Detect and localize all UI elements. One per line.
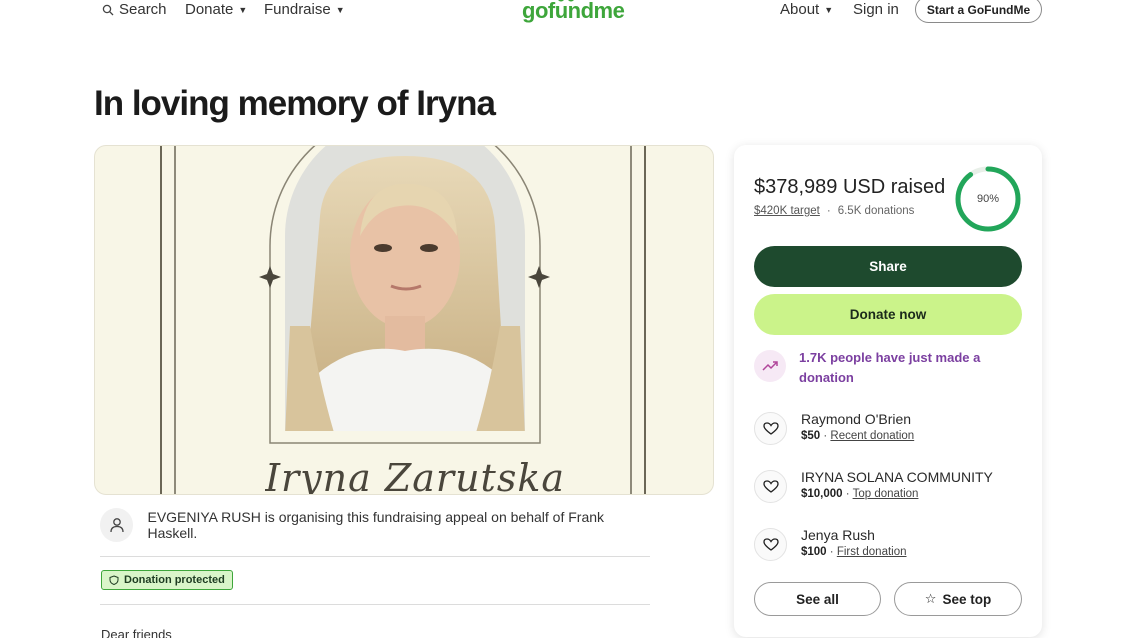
search-link[interactable]: Search xyxy=(102,1,167,18)
sign-in-link[interactable]: Sign in xyxy=(853,1,899,18)
shield-icon xyxy=(109,575,119,585)
amount-raised: $378,989 USD raised xyxy=(754,176,946,198)
donate-menu-label: Donate xyxy=(185,1,234,18)
campaign-stats: $420K target · 6.5K donations xyxy=(754,205,914,217)
donor-tag-link[interactable]: Recent donation xyxy=(830,430,914,442)
donate-now-button[interactable]: Donate now xyxy=(754,294,1022,335)
start-gofundme-button[interactable]: Start a GoFundMe xyxy=(915,0,1042,23)
search-icon xyxy=(102,4,114,15)
donor-amount: $100 xyxy=(801,546,827,558)
donor-item: Jenya Rush $100 · First donation xyxy=(754,526,1024,561)
organiser-row: EVGENIYA RUSH is organising this fundrai… xyxy=(100,508,650,542)
share-button[interactable]: Share xyxy=(754,246,1022,287)
caret-down-icon: ▼ xyxy=(335,5,345,15)
donor-item: Raymond O'Brien $50 · Recent donation xyxy=(754,410,1024,445)
logo-flower-icon xyxy=(558,0,574,2)
page-title: In loving memory of Iryna xyxy=(94,84,496,123)
sign-in-label: Sign in xyxy=(853,1,899,18)
progress-percent: 90% xyxy=(976,193,1000,205)
donor-meta-separator: · xyxy=(826,546,837,558)
donor-meta-separator: · xyxy=(820,430,831,442)
heart-hand-icon xyxy=(754,412,787,445)
heart-hand-icon xyxy=(754,470,787,503)
see-top-button[interactable]: ☆ See top xyxy=(894,582,1022,616)
user-icon xyxy=(100,508,134,542)
donation-trend: 1.7K people have just made a donation xyxy=(754,350,1024,388)
target-link[interactable]: $420K target xyxy=(754,205,820,217)
stat-separator: · xyxy=(826,205,831,217)
donation-card: $378,989 USD raised $420K target · 6.5K … xyxy=(734,145,1042,637)
organiser-text: EVGENIYA RUSH is organising this fundrai… xyxy=(147,509,605,541)
memorial-portrait-illustration xyxy=(160,146,646,494)
donation-count: 6.5K donations xyxy=(837,205,915,217)
fundraise-menu[interactable]: Fundraise ▼ xyxy=(264,1,345,18)
story-text: Dear friends xyxy=(101,627,172,638)
about-menu-label: About xyxy=(780,1,820,18)
see-all-label: See all xyxy=(796,591,839,607)
caret-down-icon: ▼ xyxy=(238,5,248,15)
star-icon: ☆ xyxy=(924,591,937,606)
donation-protected-badge[interactable]: Donation protected xyxy=(101,570,233,590)
donation-protected-label: Donation protected xyxy=(124,574,225,586)
donate-menu[interactable]: Donate ▼ xyxy=(185,1,247,18)
campaign-hero-image[interactable] xyxy=(94,145,714,495)
donor-amount: $50 xyxy=(801,430,821,442)
search-label: Search xyxy=(119,1,167,18)
gofundme-logo[interactable]: gofundme xyxy=(522,0,625,24)
donor-name: IRYNA SOLANA COMMUNITY xyxy=(801,469,993,485)
caret-down-icon: ▼ xyxy=(824,5,834,15)
divider xyxy=(100,604,650,605)
donor-name: Raymond O'Brien xyxy=(801,411,912,427)
donor-tag-link[interactable]: Top donation xyxy=(853,488,919,500)
donor-amount: $10,000 xyxy=(801,488,843,500)
trend-text: 1.7K people have just made a donation xyxy=(799,350,981,385)
top-nav: Search Donate ▼ Fundraise ▼ gofundme Abo… xyxy=(0,0,1134,26)
donor-name: Jenya Rush xyxy=(801,527,875,543)
heart-hand-icon xyxy=(754,528,787,561)
see-all-button[interactable]: See all xyxy=(754,582,881,616)
about-menu[interactable]: About ▼ xyxy=(780,1,833,18)
fundraise-menu-label: Fundraise xyxy=(264,1,331,18)
memorial-name-script: Iryna Zarutska xyxy=(265,456,566,494)
divider xyxy=(100,556,650,557)
trending-up-icon xyxy=(754,350,786,382)
donor-tag-link[interactable]: First donation xyxy=(837,546,907,558)
donor-item: IRYNA SOLANA COMMUNITY $10,000 · Top don… xyxy=(754,468,1024,503)
see-top-label: See top xyxy=(942,591,992,607)
donor-meta-separator: · xyxy=(842,488,853,500)
